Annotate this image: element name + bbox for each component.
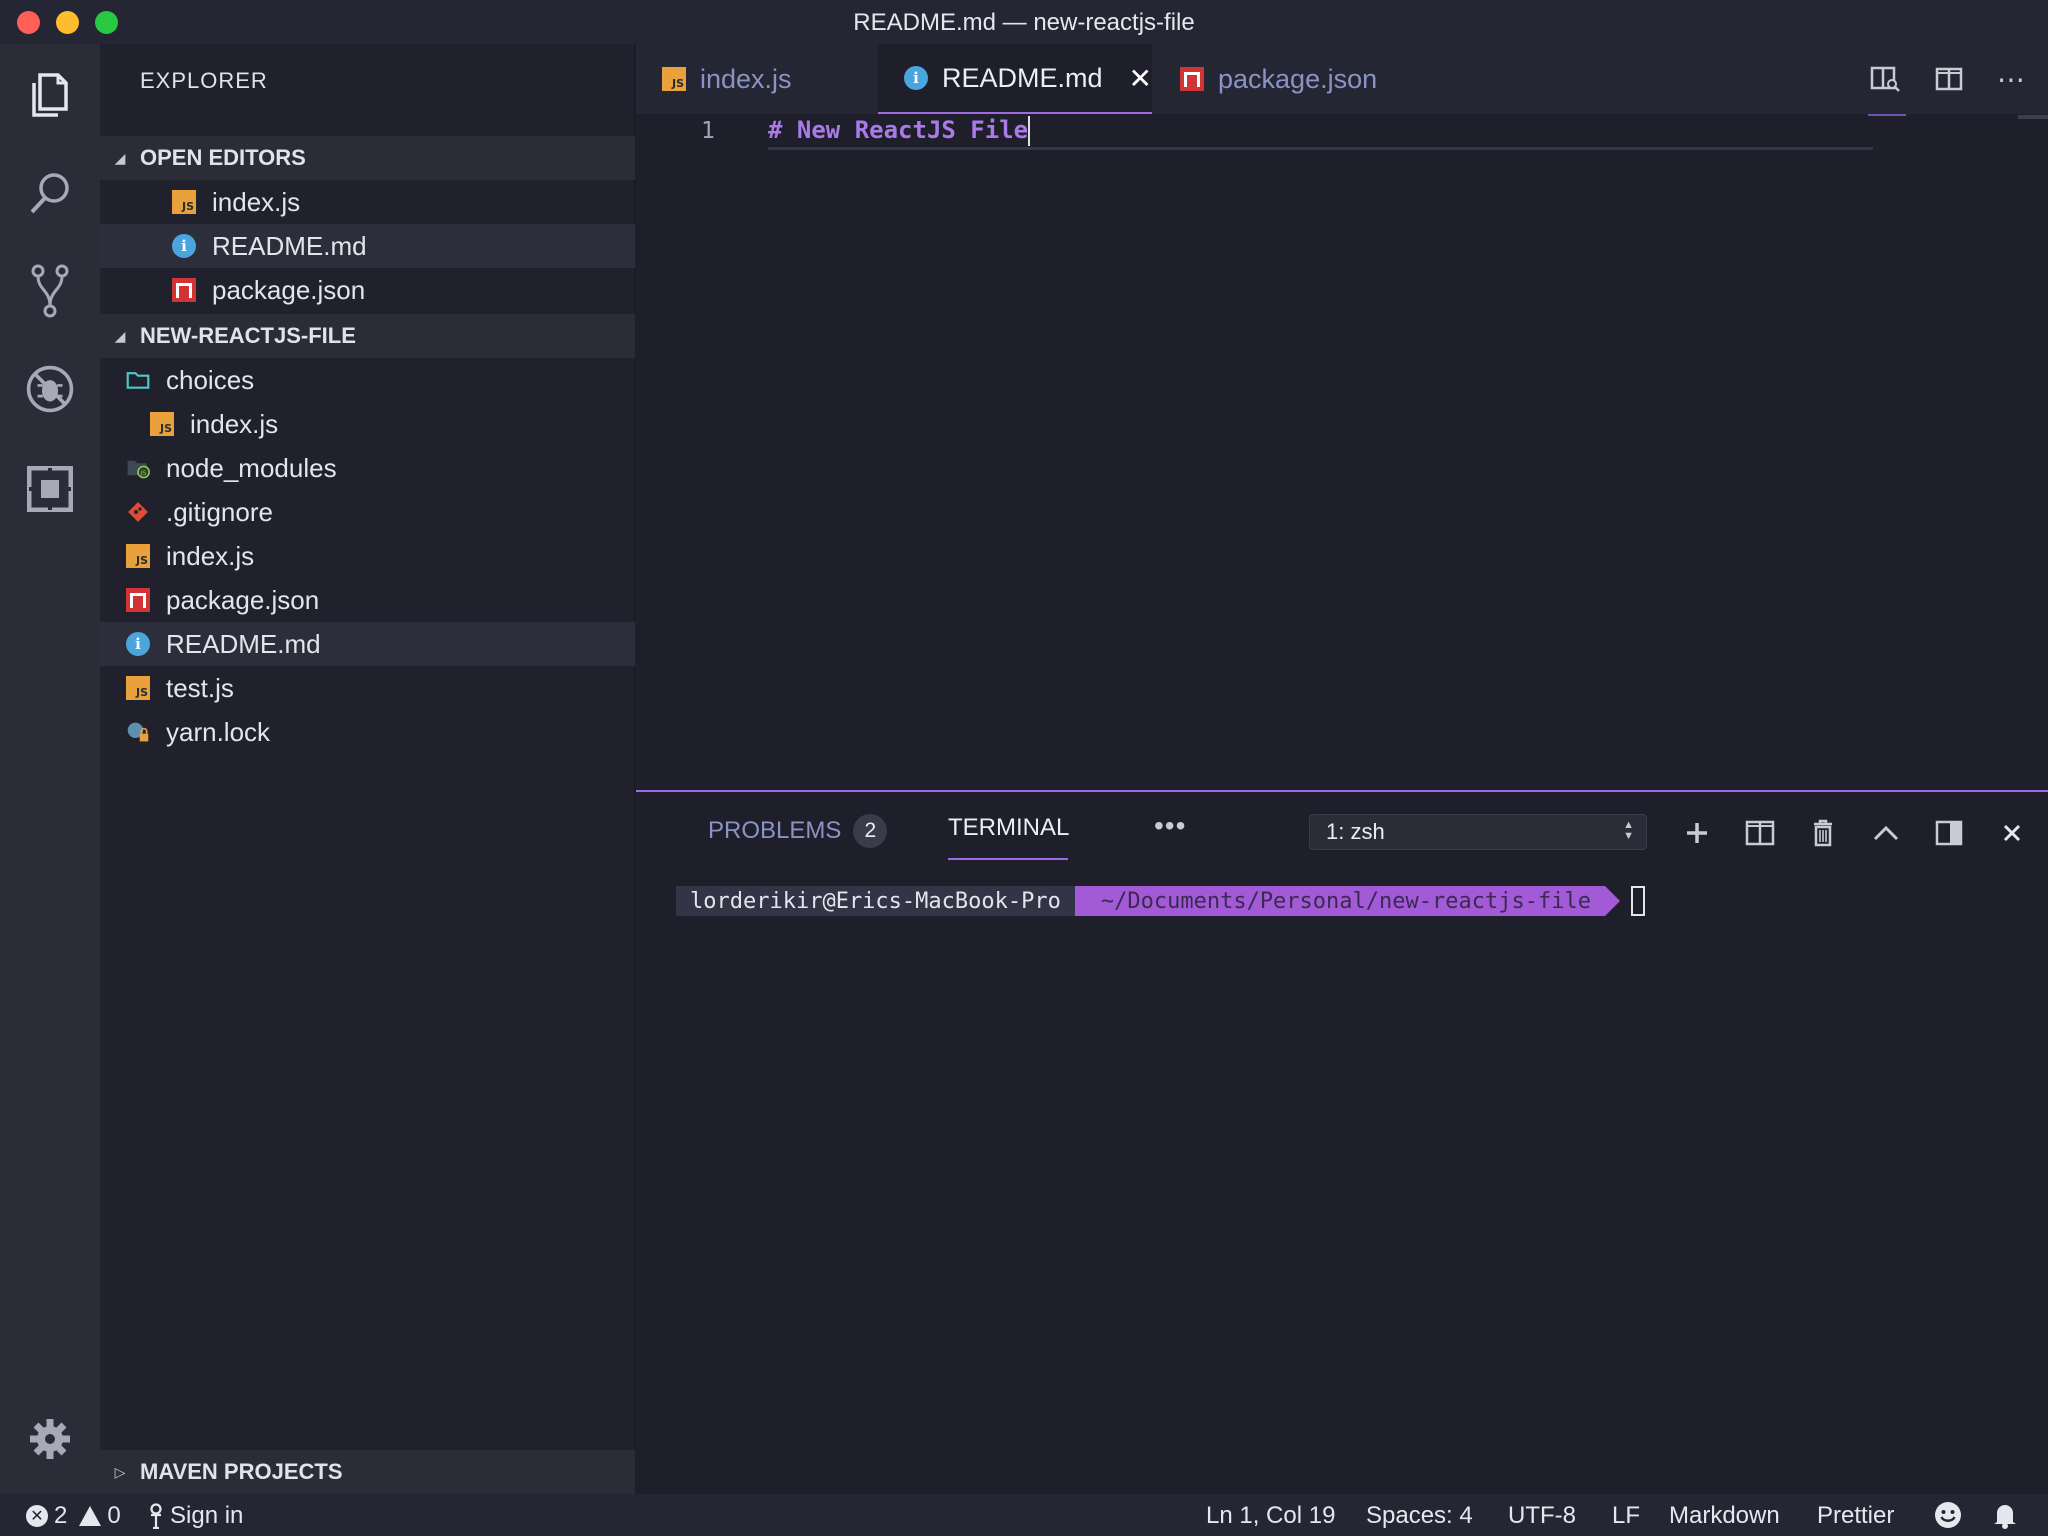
editor-scrollbar[interactable] bbox=[2018, 115, 2048, 119]
person-icon bbox=[148, 1503, 164, 1529]
select-arrows-icon: ▲ ▼ bbox=[1623, 819, 1634, 842]
js-file-icon: JS bbox=[662, 67, 686, 91]
tree-item-index-js[interactable]: JS index.js bbox=[100, 534, 635, 578]
line-number: 1 bbox=[701, 118, 715, 144]
language-mode[interactable]: Markdown bbox=[1669, 1502, 1780, 1530]
expanded-triangle-icon: ◢ bbox=[114, 149, 126, 166]
js-file-icon: JS bbox=[150, 412, 174, 436]
node-folder-icon: JS bbox=[126, 456, 150, 480]
git-icon bbox=[126, 500, 150, 524]
js-file-icon: JS bbox=[126, 676, 150, 700]
close-tab-icon[interactable]: ✕ bbox=[1129, 62, 1152, 95]
terminal-instance-select[interactable]: 1: zsh ▲ ▼ bbox=[1309, 814, 1647, 850]
problems-count-badge: 2 bbox=[853, 814, 888, 848]
tree-item-gitignore[interactable]: .gitignore bbox=[100, 490, 635, 534]
title-bar: README.md — new-reactjs-file bbox=[0, 0, 2048, 44]
js-file-icon: JS bbox=[126, 544, 150, 568]
active-tab-indicator bbox=[948, 858, 1068, 860]
warning-count: 0 bbox=[107, 1502, 121, 1529]
folder-icon bbox=[126, 368, 150, 392]
npm-file-icon bbox=[172, 278, 196, 302]
feedback-smiley-icon[interactable] bbox=[1934, 1501, 1962, 1529]
split-editor-icon[interactable] bbox=[1932, 62, 1966, 96]
notifications-bell-icon[interactable] bbox=[1992, 1501, 2018, 1529]
prompt-path-segment: ~/Documents/Personal/new-reactjs-file bbox=[1074, 886, 1621, 916]
code-text: # New ReactJS File bbox=[768, 116, 1029, 144]
split-terminal-icon[interactable] bbox=[1743, 816, 1777, 850]
tab-terminal[interactable]: TERMINAL bbox=[948, 814, 1069, 842]
tree-item-choices-folder[interactable]: choices bbox=[100, 358, 635, 402]
extensions-icon[interactable] bbox=[25, 464, 75, 514]
editor-area[interactable]: 1 # New ReactJS File bbox=[636, 114, 2048, 790]
project-folder-header[interactable]: ◢ NEW-REACTJS-FILE bbox=[100, 314, 635, 358]
status-bar: ✕ 2 0 Sign in Ln 1, Col 19 Spaces: 4 UTF… bbox=[0, 1494, 2048, 1536]
open-editor-item-readme[interactable]: i README.md bbox=[100, 224, 635, 268]
activity-bar bbox=[0, 44, 100, 1494]
indentation[interactable]: Spaces: 4 bbox=[1366, 1502, 1473, 1530]
error-count: 2 bbox=[54, 1502, 68, 1529]
error-icon: ✕ bbox=[26, 1505, 48, 1527]
terminal-cursor bbox=[1630, 886, 1645, 916]
toggle-panel-position-icon[interactable] bbox=[1932, 816, 1966, 850]
npm-file-icon bbox=[1180, 67, 1204, 91]
maximize-panel-icon[interactable] bbox=[1869, 816, 1903, 850]
settings-gear-icon[interactable] bbox=[25, 1414, 75, 1464]
terminal-prompt[interactable]: lorderikir@Erics-MacBook-Pro ~/Documents… bbox=[676, 886, 1645, 916]
svg-text:JS: JS bbox=[139, 469, 146, 477]
sign-in-button[interactable]: Sign in bbox=[148, 1502, 243, 1530]
collapsed-triangle-icon: ▷ bbox=[114, 1463, 126, 1480]
tree-item-readme[interactable]: i README.md bbox=[100, 622, 635, 666]
cursor-position[interactable]: Ln 1, Col 19 bbox=[1206, 1502, 1335, 1530]
info-file-icon: i bbox=[172, 234, 196, 258]
tree-item-node-modules[interactable]: JS node_modules bbox=[100, 446, 635, 490]
text-cursor bbox=[1028, 116, 1031, 146]
more-actions-icon[interactable]: ⋯ bbox=[1994, 62, 2028, 96]
source-control-icon[interactable] bbox=[25, 264, 75, 318]
problems-status[interactable]: ✕ 2 0 bbox=[26, 1502, 121, 1530]
open-editor-item-index-js[interactable]: JS index.js bbox=[100, 180, 635, 224]
warning-icon bbox=[79, 1506, 102, 1526]
line-ending[interactable]: LF bbox=[1612, 1502, 1640, 1530]
yarn-lock-icon bbox=[126, 720, 150, 744]
tab-index-js[interactable]: JS index.js bbox=[636, 44, 876, 114]
panel-more-icon[interactable]: ••• bbox=[1154, 810, 1186, 842]
current-line[interactable]: # New ReactJS File bbox=[768, 116, 1873, 150]
maven-projects-header[interactable]: ▷ MAVEN PROJECTS bbox=[100, 1450, 635, 1494]
open-preview-icon[interactable] bbox=[1868, 62, 1902, 96]
prettier-formatter[interactable]: Prettier bbox=[1817, 1502, 1894, 1530]
tree-item-yarn-lock[interactable]: yarn.lock bbox=[100, 710, 635, 754]
info-file-icon: i bbox=[126, 632, 150, 656]
debug-icon[interactable] bbox=[25, 364, 75, 414]
explorer-title: EXPLORER bbox=[140, 68, 268, 93]
search-icon[interactable] bbox=[25, 168, 75, 218]
editor-tab-bar: JS index.js i README.md ✕ package.json ⋯ bbox=[636, 44, 2048, 114]
close-panel-icon[interactable] bbox=[1995, 816, 2029, 850]
explorer-files-icon[interactable] bbox=[25, 70, 75, 120]
explorer-sidebar: EXPLORER ◢ OPEN EDITORS JS index.js i RE… bbox=[100, 44, 635, 1494]
prompt-user-segment: lorderikir@Erics-MacBook-Pro bbox=[676, 886, 1090, 916]
open-editors-header[interactable]: ◢ OPEN EDITORS bbox=[100, 136, 635, 180]
tree-item-package-json[interactable]: package.json bbox=[100, 578, 635, 622]
js-file-icon: JS bbox=[172, 190, 196, 214]
bottom-panel: PROBLEMS 2 TERMINAL ••• 1: zsh ▲ ▼ lorder… bbox=[636, 790, 2048, 1494]
new-terminal-icon[interactable] bbox=[1680, 816, 1714, 850]
tree-item-test-js[interactable]: JS test.js bbox=[100, 666, 635, 710]
expanded-triangle-icon: ◢ bbox=[114, 327, 126, 344]
open-editor-item-package-json[interactable]: package.json bbox=[100, 268, 635, 312]
tab-problems[interactable]: PROBLEMS 2 bbox=[708, 814, 888, 848]
kill-terminal-icon[interactable] bbox=[1806, 816, 1840, 850]
minimap[interactable] bbox=[1868, 114, 1906, 116]
tree-item-choices-index-js[interactable]: JS index.js bbox=[100, 402, 635, 446]
tab-readme[interactable]: i README.md ✕ bbox=[878, 44, 1152, 114]
npm-file-icon bbox=[126, 588, 150, 612]
encoding[interactable]: UTF-8 bbox=[1508, 1502, 1576, 1530]
window-title: README.md — new-reactjs-file bbox=[853, 9, 1195, 36]
info-file-icon: i bbox=[904, 66, 928, 90]
tab-package-json[interactable]: package.json bbox=[1154, 44, 1424, 114]
